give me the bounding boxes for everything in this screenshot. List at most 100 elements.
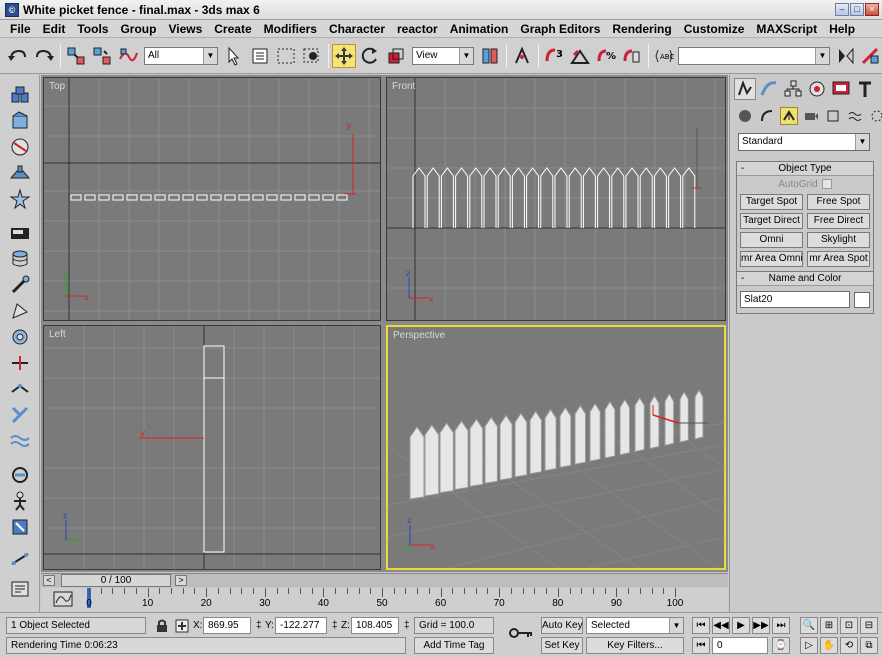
app-icon[interactable]: © <box>5 2 19 17</box>
object-name-field[interactable]: Slat20 <box>740 291 851 308</box>
reactor-rigid-body-icon[interactable] <box>7 377 33 401</box>
menu-help[interactable]: Help <box>823 22 861 36</box>
time-slider-thumb[interactable]: 0 / 100 <box>61 574 171 587</box>
key-mode-dropdown[interactable]: Selected ▼ <box>586 617 684 634</box>
use-pivot-center-icon[interactable] <box>478 44 502 68</box>
target-spot-button[interactable]: Target Spot <box>740 194 803 210</box>
auto-key-button[interactable]: Auto Key <box>541 617 583 634</box>
create-objects-icon[interactable] <box>7 83 33 107</box>
next-frame-button[interactable]: > <box>175 575 187 586</box>
curve-editor-icon[interactable] <box>52 589 74 609</box>
previous-key-icon[interactable]: ◀◀ <box>712 617 730 634</box>
mirror-icon[interactable] <box>834 44 858 68</box>
reactor-collection-icon[interactable] <box>7 515 33 539</box>
name-color-header[interactable]: - Name and Color <box>737 272 873 286</box>
menu-maxscript[interactable]: MAXScript <box>750 22 823 36</box>
set-key-button[interactable]: Set Key <box>541 637 583 654</box>
motion-tab-icon[interactable] <box>806 78 828 100</box>
select-object-icon[interactable] <box>222 44 246 68</box>
particles-icon[interactable] <box>7 187 33 211</box>
selection-filter-dropdown[interactable]: All ▼ <box>144 47 218 65</box>
x-coordinate-field[interactable]: 869.95 <box>203 617 251 634</box>
rectangular-selection-icon[interactable] <box>274 44 298 68</box>
viewport-perspective[interactable]: x z Perspective <box>386 325 726 570</box>
skylight-button[interactable]: Skylight <box>807 232 870 248</box>
go-to-start-icon[interactable]: ⏮ <box>692 617 710 634</box>
reactor-water-icon[interactable] <box>7 429 33 453</box>
mr-area-omni-button[interactable]: mr Area Omni <box>740 251 803 267</box>
modify-tab-icon[interactable] <box>758 78 780 100</box>
helpers-icon[interactable] <box>7 247 33 271</box>
current-frame-field[interactable]: 0 <box>712 637 768 654</box>
omni-button[interactable]: Omni <box>740 232 803 248</box>
menu-tools[interactable]: Tools <box>71 22 114 36</box>
systems-icon[interactable] <box>7 299 33 323</box>
utilities-tab-icon[interactable] <box>854 78 876 100</box>
menu-customize[interactable]: Customize <box>678 22 751 36</box>
space-warps-category-icon[interactable] <box>846 107 864 125</box>
cameras-icon[interactable] <box>7 221 33 245</box>
helpers-category-icon[interactable] <box>824 107 842 125</box>
menu-graph-editors[interactable]: Graph Editors <box>514 22 606 36</box>
select-and-move-icon[interactable] <box>332 44 356 68</box>
reactor-ragdoll-icon[interactable] <box>7 489 33 513</box>
select-and-link-icon[interactable] <box>64 44 88 68</box>
select-and-rotate-icon[interactable] <box>358 44 382 68</box>
menu-reactor[interactable]: reactor <box>391 22 444 36</box>
mr-area-spot-button[interactable]: mr Area Spot <box>807 251 870 267</box>
bone-tools-icon[interactable] <box>7 351 33 375</box>
cameras-category-icon[interactable] <box>802 107 820 125</box>
display-tab-icon[interactable] <box>830 78 852 100</box>
angle-snap-toggle-icon[interactable] <box>568 44 592 68</box>
redo-icon[interactable] <box>32 44 56 68</box>
systems-category-icon[interactable] <box>868 107 882 125</box>
go-to-end-icon[interactable]: ⏭ <box>772 617 790 634</box>
reactor-motor-icon[interactable] <box>7 547 33 571</box>
add-time-tag-button[interactable]: Add Time Tag <box>414 637 494 654</box>
z-coordinate-field[interactable]: 108.405 <box>351 617 399 634</box>
arc-rotate-icon[interactable]: ⟲ <box>840 637 858 654</box>
edit-named-selection-icon[interactable]: ABC <box>652 44 676 68</box>
menu-rendering[interactable]: Rendering <box>606 22 677 36</box>
window-crossing-icon[interactable] <box>300 44 324 68</box>
reference-coordinate-dropdown[interactable]: View ▼ <box>412 47 474 65</box>
3d-snap-toggle-icon[interactable]: 3 <box>542 44 566 68</box>
unlink-selection-icon[interactable] <box>90 44 114 68</box>
minimize-button[interactable]: – <box>835 3 849 16</box>
select-and-manipulate-icon[interactable] <box>510 44 534 68</box>
zoom-all-icon[interactable]: ⊞ <box>820 617 838 634</box>
maximize-button[interactable]: □ <box>850 3 864 16</box>
free-direct-button[interactable]: Free Direct <box>807 213 870 229</box>
space-warps-icon[interactable] <box>7 273 33 297</box>
menu-animation[interactable]: Animation <box>444 22 515 36</box>
hierarchy-tab-icon[interactable] <box>782 78 804 100</box>
shapes-icon[interactable] <box>7 109 33 133</box>
previous-frame-button[interactable]: < <box>43 575 55 586</box>
key-mode-toggle-icon[interactable]: ⏮ <box>692 637 710 654</box>
lights-category-icon[interactable] <box>780 107 798 125</box>
zoom-extents-icon[interactable]: ⊡ <box>840 617 858 634</box>
menu-create[interactable]: Create <box>208 22 257 36</box>
next-key-icon[interactable]: ▶▶ <box>752 617 770 634</box>
reactor-wind-icon[interactable] <box>7 577 33 601</box>
key-mode-icon[interactable] <box>508 625 534 641</box>
menu-character[interactable]: Character <box>323 22 391 36</box>
percent-snap-icon[interactable]: % <box>594 44 618 68</box>
undo-icon[interactable] <box>6 44 30 68</box>
geometry-icon[interactable] <box>736 107 754 125</box>
menu-modifiers[interactable]: Modifiers <box>258 22 323 36</box>
time-configuration-icon[interactable]: ⌚ <box>772 637 790 654</box>
menu-file[interactable]: File <box>4 22 37 36</box>
compound-objects-icon[interactable] <box>7 135 33 159</box>
menu-edit[interactable]: Edit <box>37 22 72 36</box>
gear-icon[interactable] <box>7 325 33 349</box>
menu-group[interactable]: Group <box>114 22 162 36</box>
lock-selection-icon[interactable] <box>154 618 170 634</box>
target-direct-button[interactable]: Target Direct <box>740 213 803 229</box>
bind-to-space-warp-icon[interactable] <box>116 44 140 68</box>
named-selection-sets-dropdown[interactable]: ▼ <box>678 47 830 65</box>
play-icon[interactable]: ▶ <box>732 617 750 634</box>
zoom-extents-all-icon[interactable]: ⊟ <box>860 617 878 634</box>
autogrid-checkbox[interactable]: AutoGrid <box>737 179 873 190</box>
shapes-category-icon[interactable] <box>758 107 776 125</box>
